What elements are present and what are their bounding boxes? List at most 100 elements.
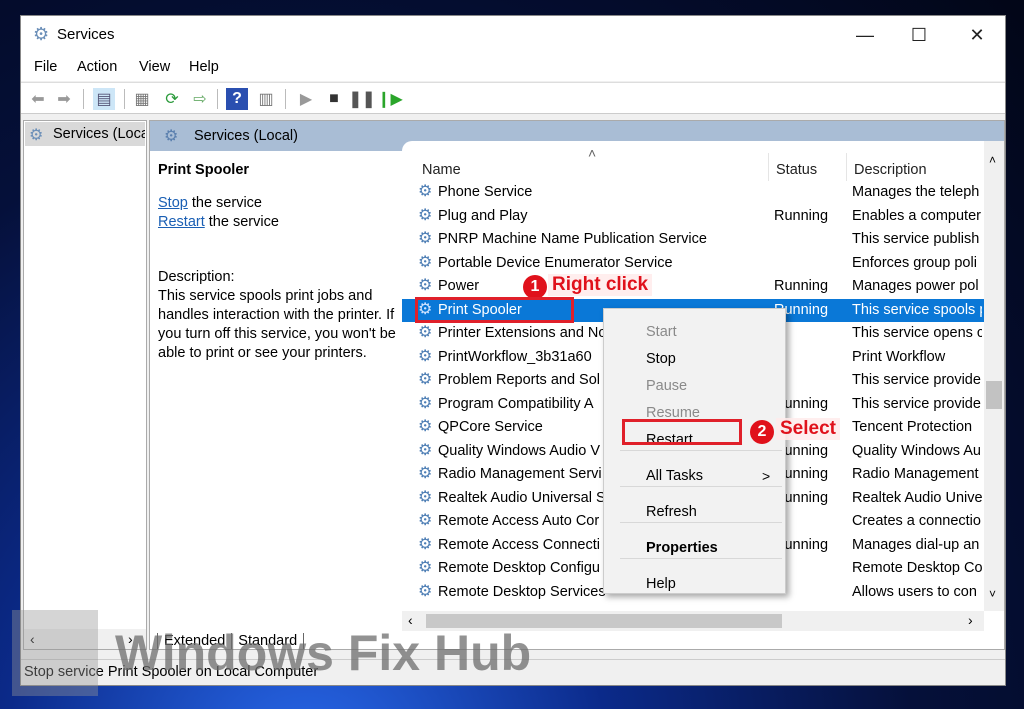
minimize-button[interactable]: —: [845, 22, 885, 48]
gear-icon: ⚙: [418, 394, 433, 412]
service-name: Printer Extensions and No: [438, 325, 607, 341]
chevron-right-icon: >: [762, 468, 771, 484]
highlight-restart: [622, 419, 742, 445]
tree-item-services-local[interactable]: ⚙ Services (Local): [25, 122, 145, 146]
menu-bar: File Action View Help: [21, 53, 1005, 81]
gear-icon: ⚙: [418, 512, 433, 529]
service-name: Remote Access Auto Cor: [438, 513, 600, 529]
gear-icon: ⚙: [418, 535, 433, 553]
step-1-badge: 1: [523, 275, 547, 299]
column-description[interactable]: Description: [854, 162, 927, 178]
back-icon[interactable]: ⬅: [27, 88, 49, 110]
service-description: Manages the teleph: [852, 184, 980, 200]
gear-icon: ⚙: [418, 465, 433, 482]
menu-item-all-tasks[interactable]: All Tasks: [646, 468, 703, 484]
gear-icon: ⚙: [418, 206, 433, 224]
menu-item-pause[interactable]: Pause: [646, 378, 687, 394]
table-row[interactable]: ⚙ PNRP Machine Name Publication Service Th…: [402, 228, 984, 251]
service-description: Allows users to con: [852, 583, 977, 600]
table-row[interactable]: ⚙ Portable Device Enumerator Service Enfor…: [402, 252, 984, 275]
menu-item-properties[interactable]: Properties: [646, 540, 718, 556]
context-menu: Start Stop Pause Resume Restart All Tasks > Ref…: [603, 308, 786, 594]
menu-item-start[interactable]: Start: [646, 324, 677, 340]
restart-service-link[interactable]: Restart: [158, 214, 205, 230]
service-description: Remote Desktop Co: [852, 560, 982, 576]
highlight-print-spooler: [415, 297, 574, 323]
service-name: Remote Access Connecti: [438, 536, 600, 553]
scroll-down-icon[interactable]: ˅: [989, 587, 996, 601]
table-row[interactable]: ⚙ Phone Service Manages the teleph: [402, 181, 984, 204]
tree-pane: ⚙ Services (Local) ‹ ›: [23, 120, 147, 650]
service-description: This service spools p: [852, 301, 982, 318]
menu-item-help[interactable]: Help: [646, 576, 676, 592]
start-service-icon[interactable]: ▶: [295, 88, 317, 110]
service-description: Manages power pol: [852, 278, 979, 294]
service-details: Print Spooler Stop the service Restart t…: [158, 161, 398, 363]
gear-icon: ⚙: [418, 253, 433, 271]
menu-item-stop[interactable]: Stop: [646, 351, 676, 367]
menu-view[interactable]: View: [139, 59, 170, 75]
step-2-badge: 2: [750, 420, 774, 444]
service-description: This service opens c: [852, 325, 982, 341]
service-description: Realtek Audio Unive: [852, 489, 982, 506]
vertical-scrollbar[interactable]: ˄ ˅: [984, 141, 1004, 611]
service-name: Problem Reports and Sol: [438, 372, 600, 388]
table-row[interactable]: ⚙ Plug and Play Running Enables a computer: [402, 205, 984, 228]
gear-icon: ⚙: [418, 277, 433, 294]
toolbar: ⬅ ➡ ▤ ▦ ⟳ ⇨ ? ▥ ▶ ■ ❚❚ ❙▶: [21, 82, 1005, 114]
gear-icon: ⚙: [418, 559, 433, 576]
maximize-button[interactable]: ☐: [899, 22, 939, 48]
watermark-logo: [12, 610, 98, 696]
service-description: Creates a connectio: [852, 513, 981, 529]
menu-action[interactable]: Action: [77, 59, 117, 75]
column-status[interactable]: Status: [776, 162, 817, 178]
service-name: Radio Management Servi: [438, 466, 602, 482]
table-row[interactable]: ⚙ Power Running Manages power pol: [402, 275, 984, 298]
service-name: Program Compatibility A: [438, 395, 594, 412]
gear-icon: ⚙: [29, 127, 44, 144]
service-status: Running: [774, 207, 829, 224]
service-name: Plug and Play: [438, 207, 528, 224]
scroll-thumb[interactable]: [986, 381, 1002, 409]
service-name: QPCore Service: [438, 419, 543, 435]
gear-icon: ⚙: [418, 324, 433, 341]
gear-icon: ⚙: [418, 418, 433, 435]
properties-icon[interactable]: ▦: [131, 88, 153, 110]
service-description: This service publish: [852, 231, 980, 247]
step-1-label: Right click: [548, 274, 653, 296]
console-view-icon[interactable]: ▥: [255, 88, 277, 110]
service-description: Enforces group poli: [852, 254, 977, 271]
service-name: PrintWorkflow_3b31a60: [438, 348, 592, 365]
pause-service-icon[interactable]: ❚❚: [349, 88, 376, 110]
export-list-icon[interactable]: ⇨: [189, 88, 211, 110]
scroll-right-icon[interactable]: ›: [968, 612, 973, 628]
scroll-up-icon[interactable]: ˄: [989, 153, 996, 167]
gear-icon: ⚙: [418, 582, 433, 600]
service-description: Tencent Protection: [852, 419, 973, 435]
menu-separator: [620, 486, 782, 487]
service-name: Portable Device Enumerator Service: [438, 254, 673, 271]
menu-item-refresh[interactable]: Refresh: [646, 504, 697, 520]
service-description: This service provide: [852, 395, 981, 412]
menu-separator: [620, 450, 782, 451]
service-description: This service spools print jobs and handl…: [158, 288, 396, 361]
resume-service-icon[interactable]: ❙▶: [377, 88, 403, 110]
show-hide-tree-icon[interactable]: ▤: [93, 88, 115, 110]
forward-icon[interactable]: ➡: [53, 88, 75, 110]
service-description: This service provide: [852, 372, 981, 388]
menu-help[interactable]: Help: [189, 59, 219, 75]
gear-icon: ⚙: [164, 128, 179, 145]
stop-service-icon[interactable]: ■: [323, 88, 345, 110]
service-name: Remote Desktop Configu: [438, 560, 600, 576]
service-name: Remote Desktop Services: [438, 583, 606, 600]
column-name[interactable]: Name: [422, 162, 461, 178]
stop-service-link[interactable]: Stop: [158, 195, 188, 211]
menu-file[interactable]: File: [34, 59, 57, 75]
gear-icon: ⚙: [418, 371, 433, 388]
close-button[interactable]: ✕: [957, 22, 997, 48]
help-icon[interactable]: ?: [226, 88, 248, 110]
refresh-icon[interactable]: ⟳: [161, 88, 183, 110]
menu-separator: [620, 558, 782, 559]
gear-icon: ⚙: [418, 441, 433, 459]
services-window: ⚙ Services — ☐ ✕ File Action View Help ⬅…: [20, 15, 1006, 686]
